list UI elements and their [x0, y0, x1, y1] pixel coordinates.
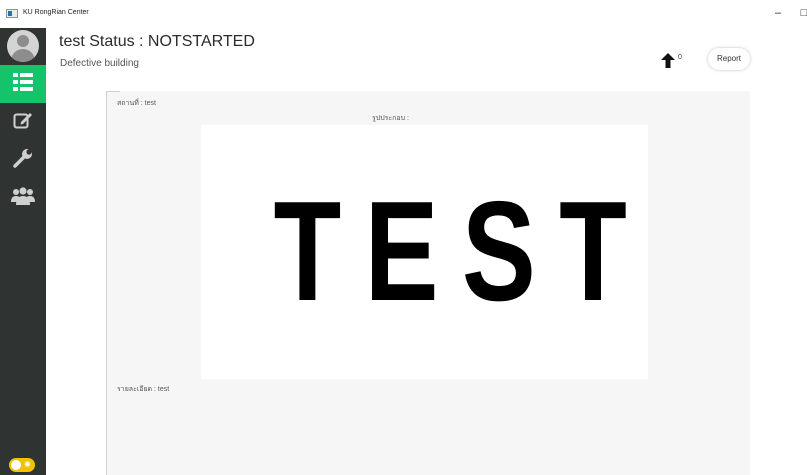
detail-label: รายละเอียด : test	[117, 386, 170, 393]
user-avatar-icon[interactable]	[7, 30, 39, 62]
sidebar-item-edit[interactable]	[0, 103, 46, 141]
upvote-button[interactable]: 0	[661, 52, 691, 70]
report-image-text: TEST	[273, 172, 651, 331]
report-image: TEST	[201, 125, 648, 379]
image-label: รูปประกอบ :	[372, 115, 409, 122]
card-border	[106, 91, 107, 475]
window-titlebar: KU RongRian Center – □	[0, 0, 807, 28]
report-button[interactable]: Report	[708, 48, 750, 70]
window-title: KU RongRian Center	[23, 9, 89, 16]
sidebar-item-list[interactable]	[0, 65, 46, 103]
sidebar-item-users[interactable]	[0, 179, 46, 217]
upvote-count: 0	[678, 54, 682, 61]
page-title: test Status : NOTSTARTED	[59, 33, 255, 50]
list-icon	[13, 72, 33, 96]
edit-icon	[13, 110, 33, 135]
toggle-knob	[11, 460, 21, 470]
sun-icon: ✺	[24, 460, 31, 469]
theme-toggle[interactable]: ✺	[9, 458, 35, 472]
users-icon	[11, 186, 35, 210]
sidebar: ✺	[0, 28, 46, 475]
app-icon	[6, 9, 18, 18]
location-label: สถานที่ : test	[117, 100, 156, 107]
wrench-icon	[13, 148, 33, 173]
card-border-top	[106, 91, 120, 92]
sidebar-item-tools[interactable]	[0, 141, 46, 179]
page-subtitle: Defective building	[60, 58, 139, 69]
minimize-button[interactable]: –	[768, 5, 788, 21]
maximize-button[interactable]: □	[794, 5, 807, 21]
